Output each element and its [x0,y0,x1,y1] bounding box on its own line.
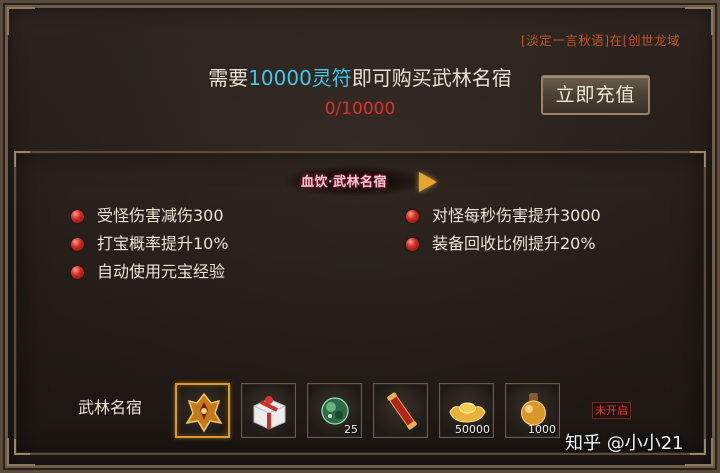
red-bullet-icon [406,210,419,223]
attribute-label: 自动使用元宝经验 [97,262,226,281]
recharge-now-button[interactable]: 立即充值 [541,75,650,115]
item-slot-gold-ingot[interactable]: 50000 [439,383,494,438]
privilege-title: 血饮·武林名宿 [301,175,388,190]
red-bullet-icon [71,210,84,223]
item-slot-red-scroll[interactable] [373,383,428,438]
frame-corner-ornament [7,7,35,35]
red-scroll-icon [387,392,417,430]
requirement-prefix: 需要 [208,66,249,90]
requirement-amount: 10000灵符 [248,66,352,90]
arrow-right-icon [419,172,437,192]
attribute-label: 对怪每秒伤害提升3000 [432,206,601,225]
item-quantity: 25 [344,423,358,436]
frame-corner-ornament [685,7,713,35]
golden-helmet-icon [185,392,223,433]
item-quantity: 50000 [455,423,490,436]
reward-row-label: 武林名宿 [78,398,143,417]
attribute-label: 装备回收比例提升20% [432,234,596,253]
panel-corner-ornament [690,439,706,455]
panel-corner-ornament [14,151,30,167]
red-bullet-icon [71,266,84,279]
item-quantity: 1000 [528,423,556,436]
item-slot-gift-box[interactable] [241,383,296,438]
item-slot-potion-flask[interactable]: 1000 [505,383,560,438]
item-slot-golden-helmet[interactable] [175,383,230,438]
red-bullet-icon [406,238,419,251]
watermark: 知乎 @小小21 [565,433,684,454]
panel-corner-ornament [690,151,706,167]
red-bullet-icon [71,238,84,251]
panel-corner-ornament [14,439,30,455]
requirement-suffix: 即可购买武林名宿 [351,66,512,90]
system-broadcast-ticker: [淡定一言秋语]在[创世龙域 [520,33,680,48]
status-badge: 未开启 [592,402,631,419]
attribute-label: 打宝概率提升10% [97,234,229,253]
attribute-label: 受怪伤害减伤300 [97,206,224,225]
item-slot-jade-orb[interactable]: 25 [307,383,362,438]
gift-box-icon [253,396,286,430]
